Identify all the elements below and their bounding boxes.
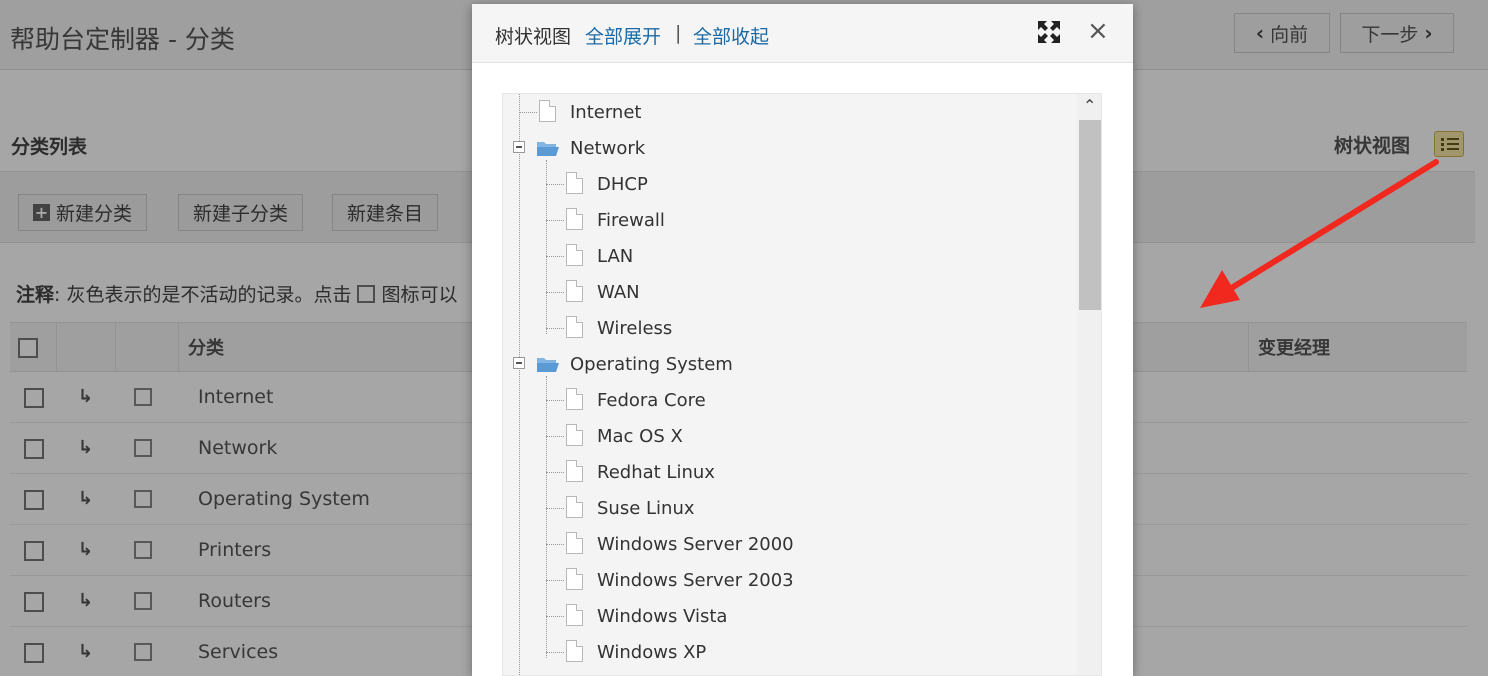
file-icon (566, 280, 583, 302)
file-icon (566, 208, 583, 230)
tree-connector (546, 160, 547, 334)
tree-node-dhcp[interactable]: DHCP (597, 166, 648, 202)
tree-node-suse-linux[interactable]: Suse Linux (597, 490, 695, 526)
tree-node-lan[interactable]: LAN (597, 238, 633, 274)
collapse-toggle[interactable] (513, 357, 525, 369)
tree-node-firewall[interactable]: Firewall (597, 202, 665, 238)
file-icon (566, 424, 583, 446)
tree-node-fedora-core[interactable]: Fedora Core (597, 382, 706, 418)
file-icon (566, 388, 583, 410)
tree-node-operating-system[interactable]: Operating System (570, 346, 733, 382)
tree-node-windows-server-2003[interactable]: Windows Server 2003 (597, 562, 794, 598)
scrollbar-thumb[interactable] (1079, 120, 1101, 310)
tree-node-internet[interactable]: Internet (570, 94, 641, 130)
tree-connector (546, 472, 564, 473)
tree-node-windows-server-2000[interactable]: Windows Server 2000 (597, 526, 794, 562)
link-separator: | (675, 22, 682, 44)
modal-header (472, 4, 1133, 63)
tree-node-windows-xp[interactable]: Windows XP (597, 634, 706, 670)
tree-connector (546, 580, 564, 581)
file-icon (566, 640, 583, 662)
tree-connector (546, 652, 564, 653)
expand-all-link[interactable]: 全部展开 (585, 22, 661, 49)
file-icon (566, 532, 583, 554)
tree-connector (519, 94, 520, 675)
tree-connector (546, 508, 564, 509)
tree-pane[interactable]: Internet Network DHCP Firewall LAN WAN W… (502, 93, 1102, 676)
modal-title: 树状视图 (495, 26, 572, 48)
close-icon[interactable]: × (1087, 16, 1109, 46)
folder-open-icon (537, 142, 559, 156)
tree-connector (546, 184, 564, 185)
tree-connector (546, 436, 564, 437)
tree-connector (519, 112, 537, 113)
folder-open-icon (537, 358, 559, 372)
expand-icon[interactable] (1038, 21, 1060, 43)
file-icon (566, 568, 583, 590)
file-icon (566, 460, 583, 482)
tree-connector (546, 544, 564, 545)
file-icon (566, 244, 583, 266)
tree-node-network[interactable]: Network (570, 130, 645, 166)
tree-node-redhat-linux[interactable]: Redhat Linux (597, 454, 715, 490)
tree-node-wireless[interactable]: Wireless (597, 310, 672, 346)
scroll-up-icon[interactable]: ⌃ (1083, 96, 1096, 115)
tree-node-wan[interactable]: WAN (597, 274, 640, 310)
file-icon (566, 172, 583, 194)
tree-connector (546, 220, 564, 221)
collapse-all-link[interactable]: 全部收起 (693, 22, 769, 49)
tree-node-mac-os-x[interactable]: Mac OS X (597, 418, 683, 454)
tree-node-windows-vista[interactable]: Windows Vista (597, 598, 727, 634)
file-icon (539, 100, 556, 122)
tree-connector (546, 328, 564, 329)
file-icon (566, 496, 583, 518)
collapse-toggle[interactable] (513, 141, 525, 153)
file-icon (566, 604, 583, 626)
tree-connector (546, 256, 564, 257)
tree-view-modal: 树状视图 全部展开 | 全部收起 × Internet Network DHCP… (472, 4, 1133, 676)
tree-connector (546, 400, 564, 401)
file-icon (566, 316, 583, 338)
tree-connector (546, 292, 564, 293)
tree-connector (546, 616, 564, 617)
